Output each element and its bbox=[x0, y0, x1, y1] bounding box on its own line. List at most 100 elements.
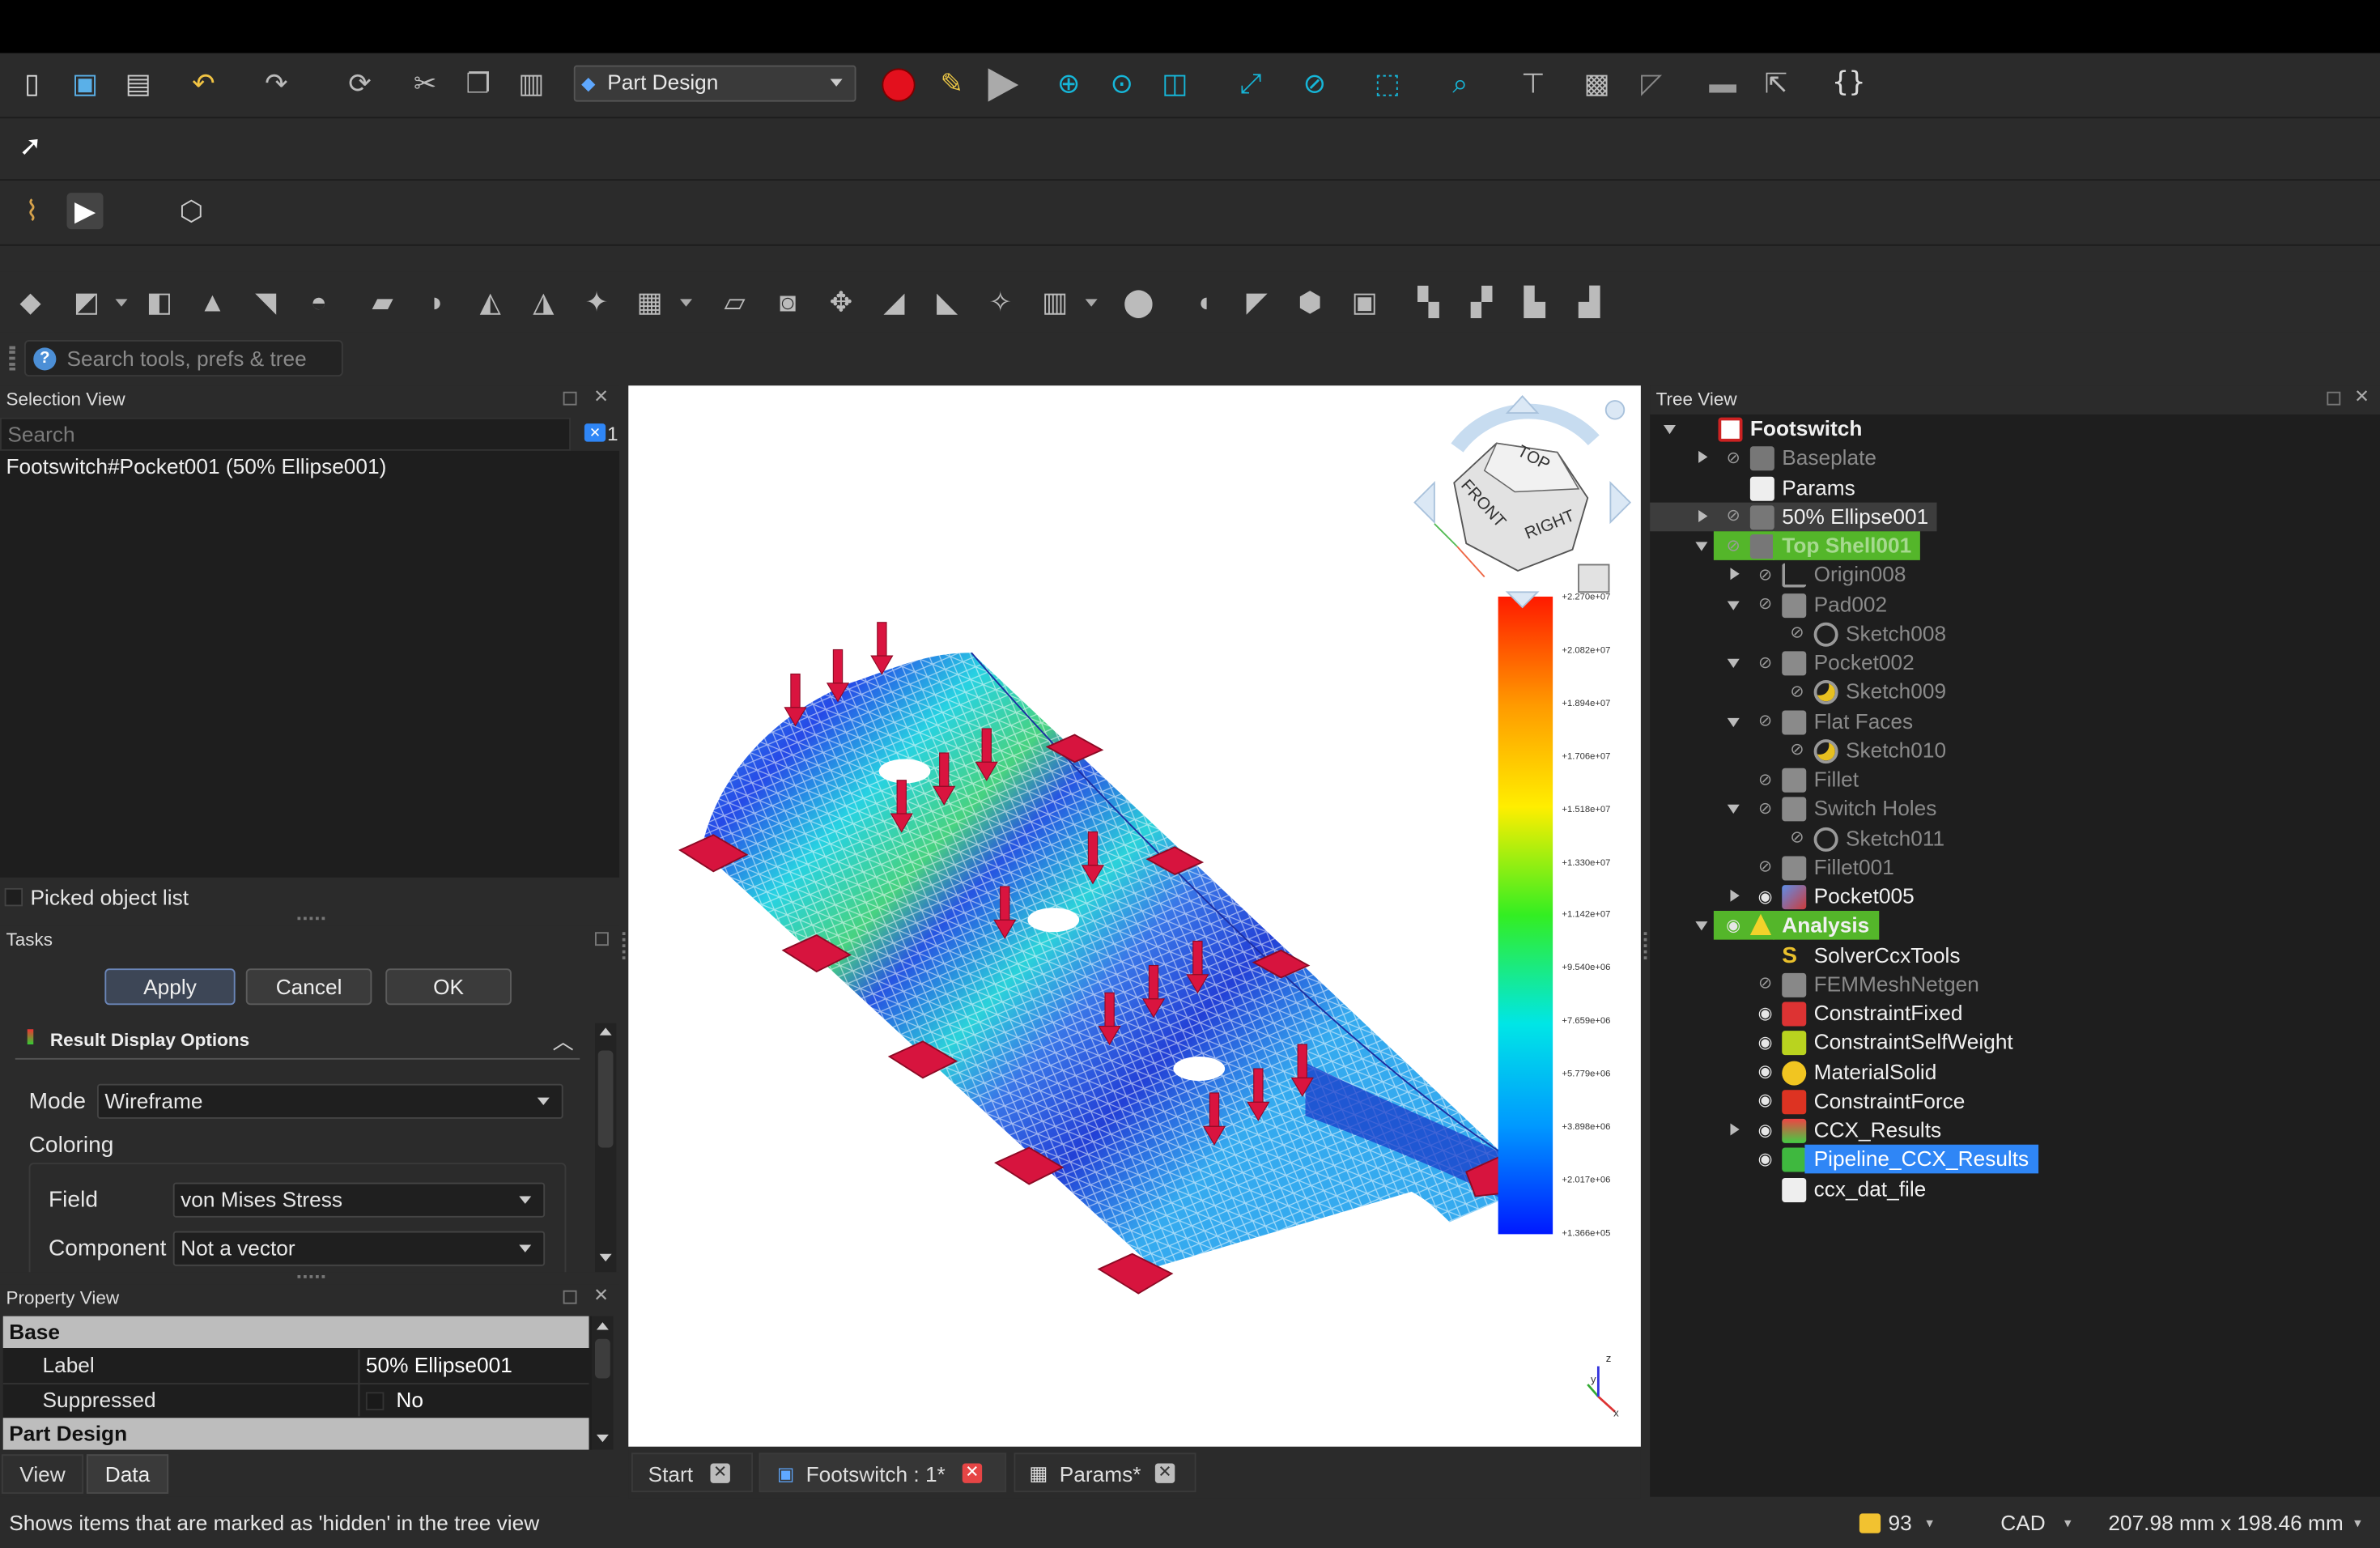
navigation-cube[interactable] bbox=[1413, 394, 1632, 609]
subtractive-primitive-icon[interactable]: ▥ bbox=[1037, 284, 1073, 321]
redo-icon[interactable]: ↷ bbox=[258, 66, 295, 102]
cut-icon[interactable]: ✂ bbox=[407, 66, 444, 102]
search-box[interactable]: ? Search tools, prefs & tree bbox=[24, 340, 343, 376]
scroll-thumb[interactable] bbox=[595, 1338, 610, 1379]
body-icon[interactable]: ⬡ bbox=[173, 193, 210, 229]
chevron-down-icon[interactable]: ▾ bbox=[2064, 1515, 2071, 1532]
visibility-icon[interactable]: ◉ bbox=[1755, 1062, 1776, 1083]
datum-point-icon[interactable]: ▲ bbox=[194, 284, 231, 321]
visibility-icon[interactable]: ◉ bbox=[1755, 1121, 1776, 1142]
refresh-icon[interactable]: ⟳ bbox=[342, 66, 378, 102]
additive-loft-icon[interactable]: ◭ bbox=[472, 284, 508, 321]
visibility-hidden-icon[interactable]: ⊘ bbox=[1723, 507, 1744, 528]
visibility-hidden-icon[interactable]: ⊘ bbox=[1755, 799, 1776, 820]
selection-list-item[interactable]: Footswitch#Pocket001 (50% Ellipse001) bbox=[6, 454, 387, 478]
visibility-hidden-icon[interactable]: ⊘ bbox=[1787, 623, 1808, 644]
subtractive-primitive-dropdown-icon[interactable] bbox=[1085, 299, 1098, 307]
measure-distance-icon[interactable]: ⊤ bbox=[1515, 66, 1551, 102]
save-icon[interactable]: ▤ bbox=[120, 66, 156, 102]
tree-item[interactable]: ⊘ Sketch009 bbox=[1650, 678, 2380, 707]
run-macro-icon[interactable] bbox=[988, 68, 1019, 102]
folder-icon[interactable]: ▬ bbox=[1705, 66, 1741, 102]
expand-open-icon[interactable] bbox=[1727, 600, 1740, 610]
tree-item[interactable]: ⊘ Flat Faces bbox=[1650, 707, 2380, 736]
visibility-hidden-icon[interactable]: ⊘ bbox=[1755, 711, 1776, 732]
record-macro-icon[interactable] bbox=[882, 68, 916, 102]
additive-primitive-icon[interactable]: ▦ bbox=[631, 284, 668, 321]
python-console-icon[interactable]: {} bbox=[1830, 66, 1867, 102]
close-panel-icon[interactable]: ✕ bbox=[593, 385, 609, 406]
thickness-icon[interactable]: ▣ bbox=[1346, 284, 1383, 321]
visibility-hidden-icon[interactable]: ⊘ bbox=[1723, 536, 1744, 557]
tree-item[interactable]: ◉ MaterialSolid bbox=[1650, 1057, 2380, 1087]
create-sketch-dropdown-icon[interactable] bbox=[115, 299, 128, 307]
apply-button[interactable]: Apply bbox=[104, 968, 236, 1006]
datum-plane-icon[interactable]: ◓ bbox=[300, 284, 337, 321]
splitter-handle[interactable] bbox=[297, 1275, 325, 1280]
pocket-icon[interactable]: ▱ bbox=[716, 284, 753, 321]
tree-item[interactable]: ⊘ Fillet bbox=[1650, 765, 2380, 794]
workbench-selector[interactable]: ◆ Part Design bbox=[573, 65, 856, 102]
scroll-up-icon[interactable] bbox=[599, 1027, 612, 1036]
property-scrollbar[interactable] bbox=[592, 1316, 614, 1450]
component-select[interactable]: Not a vector bbox=[172, 1231, 546, 1266]
chevron-down-icon[interactable]: ▾ bbox=[1926, 1515, 1932, 1532]
tab-params[interactable]: ▦ Params* ✕ bbox=[1014, 1452, 1196, 1493]
expand-closed-icon[interactable] bbox=[1730, 1123, 1740, 1136]
linear-pattern-icon[interactable]: ▞ bbox=[1464, 284, 1500, 321]
scroll-up-icon[interactable] bbox=[596, 1322, 609, 1330]
fit-selection-icon[interactable]: ⊙ bbox=[1103, 66, 1140, 102]
expand-open-icon[interactable] bbox=[1695, 542, 1708, 551]
visibility-hidden-icon[interactable]: ⊘ bbox=[1755, 653, 1776, 674]
visibility-hidden-icon[interactable]: ⊘ bbox=[1787, 828, 1808, 849]
tree-item[interactable]: ◉ ConstraintSelfWeight bbox=[1650, 1028, 2380, 1057]
tree-item[interactable]: ⊘ Sketch011 bbox=[1650, 823, 2380, 853]
expand-closed-icon[interactable] bbox=[1698, 509, 1708, 522]
property-value-label[interactable]: 50% Ellipse001 bbox=[366, 1353, 512, 1377]
mirrored-icon[interactable]: ▚ bbox=[1410, 284, 1447, 321]
view-menu-cube-icon[interactable] bbox=[1578, 563, 1610, 593]
fillet-icon[interactable]: ◖ bbox=[1185, 284, 1222, 321]
tree-item[interactable]: ◉ ConstraintFixed bbox=[1650, 999, 2380, 1028]
property-group-base[interactable]: Base bbox=[2, 1316, 589, 1348]
pad-icon[interactable]: ▰ bbox=[364, 284, 401, 321]
zoom-icon[interactable]: ⌕ bbox=[1442, 66, 1478, 102]
field-select[interactable]: von Mises Stress bbox=[172, 1182, 546, 1218]
expand-open-icon[interactable] bbox=[1727, 717, 1740, 727]
tree-item[interactable]: ⊘ Origin008 bbox=[1650, 560, 2380, 589]
fit-all-icon[interactable]: ⊕ bbox=[1051, 66, 1087, 102]
visibility-hidden-icon[interactable]: ⊘ bbox=[1755, 770, 1776, 791]
open-document-icon[interactable]: ▣ bbox=[67, 66, 104, 102]
tasks-scrollbar[interactable] bbox=[595, 1023, 617, 1273]
hole-icon[interactable]: ◙ bbox=[770, 284, 806, 321]
revolution-icon[interactable]: ◗ bbox=[419, 284, 456, 321]
visibility-hidden-icon[interactable]: ⊘ bbox=[1755, 974, 1776, 995]
tab-data[interactable]: Data bbox=[86, 1454, 169, 1494]
draft-icon[interactable]: ⬢ bbox=[1292, 284, 1328, 321]
navcube-menu-icon[interactable] bbox=[1604, 400, 1626, 420]
visibility-icon[interactable]: ◉ bbox=[1755, 887, 1776, 908]
property-group-part-design[interactable]: Part Design bbox=[2, 1418, 589, 1450]
tree-item[interactable]: ⊘ Top Shell001 bbox=[1650, 531, 2380, 560]
copy-icon[interactable]: ❐ bbox=[460, 66, 496, 102]
splitter-handle[interactable] bbox=[1643, 932, 1649, 959]
chamfer-icon[interactable]: ◤ bbox=[1239, 284, 1275, 321]
close-tab-icon[interactable]: ✕ bbox=[962, 1463, 983, 1483]
visibility-hidden-icon[interactable]: ⊘ bbox=[1787, 682, 1808, 703]
tree-item[interactable]: ⊘ Sketch008 bbox=[1650, 619, 2380, 649]
part-icon[interactable]: ▩ bbox=[1579, 66, 1615, 102]
tree-item[interactable]: ⊘ Fillet001 bbox=[1650, 853, 2380, 882]
paste-icon[interactable]: ▥ bbox=[513, 66, 550, 102]
close-tab-icon[interactable]: ✕ bbox=[710, 1463, 730, 1483]
sketch-icon[interactable]: ⌇ bbox=[14, 193, 50, 229]
result-display-header[interactable]: Result Display Options ︿ bbox=[15, 1023, 580, 1060]
group-icon[interactable]: ◸ bbox=[1634, 66, 1670, 102]
navcube-arrow-right-icon[interactable] bbox=[1609, 480, 1632, 525]
visibility-icon[interactable]: ◉ bbox=[1723, 916, 1744, 937]
subtractive-pipe-icon[interactable]: ◣ bbox=[929, 284, 966, 321]
tree-item[interactable]: ⊘ Baseplate bbox=[1650, 444, 2380, 473]
clear-search-icon[interactable]: ✕ bbox=[584, 423, 606, 442]
new-document-icon[interactable]: ▯ bbox=[14, 66, 50, 102]
splitter-handle[interactable] bbox=[297, 916, 325, 922]
expand-open-icon[interactable] bbox=[1664, 425, 1676, 435]
